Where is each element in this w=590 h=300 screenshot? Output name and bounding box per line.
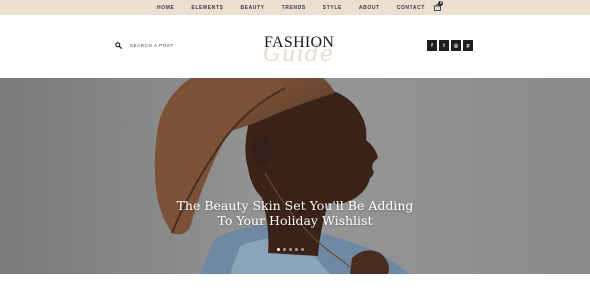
search-placeholder: SEARCH A POST	[130, 43, 174, 48]
site-logo[interactable]: Guide FASHION	[255, 33, 337, 73]
pinterest-icon[interactable]: p	[463, 40, 473, 51]
top-nav-bar: HOME ELEMENTS BEAUTY TRENDS STYLE ABOUT …	[0, 0, 590, 15]
hero-headline-line-1: The Beauty Skin Set You'll Be Adding	[176, 198, 414, 213]
logo-wordmark: FASHION	[264, 34, 335, 51]
top-nav-items: HOME ELEMENTS BEAUTY TRENDS STYLE ABOUT …	[149, 1, 444, 11]
instagram-icon[interactable]: ◎	[451, 40, 461, 51]
search-field[interactable]: SEARCH A POST	[115, 42, 174, 49]
slider-dot[interactable]	[283, 248, 286, 251]
hero-image	[0, 78, 590, 274]
search-icon	[115, 42, 122, 49]
site-header: SEARCH A POST Guide FASHION f t ◎ p	[0, 15, 590, 78]
slider-dot[interactable]	[301, 248, 304, 251]
nav-item-about[interactable]: ABOUT	[359, 5, 380, 11]
nav-item-trends[interactable]: TRENDS	[282, 5, 306, 11]
social-links: f t ◎ p	[427, 40, 473, 51]
nav-item-beauty[interactable]: BEAUTY	[240, 5, 264, 11]
nav-item-home[interactable]: HOME	[157, 5, 174, 11]
nav-item-style[interactable]: STYLE	[323, 5, 342, 11]
facebook-icon[interactable]: f	[427, 40, 437, 51]
hero-headline-line-2: To Your Holiday Wishlist	[217, 213, 373, 228]
slider-dot[interactable]	[295, 248, 298, 251]
cart-button[interactable]: 0	[434, 1, 444, 11]
slider-pagination	[277, 248, 304, 251]
cart-count-badge: 0	[438, 1, 444, 6]
nav-item-elements[interactable]: ELEMENTS	[191, 5, 223, 11]
slider-dot[interactable]	[277, 248, 280, 251]
twitter-icon[interactable]: t	[439, 40, 449, 51]
page-content-area	[0, 274, 590, 300]
hero-slider[interactable]: The Beauty Skin Set You'll Be Adding To …	[0, 78, 590, 274]
hero-headline[interactable]: The Beauty Skin Set You'll Be Adding To …	[0, 198, 590, 228]
nav-item-contact[interactable]: CONTACT	[397, 5, 425, 11]
slider-dot[interactable]	[289, 248, 292, 251]
